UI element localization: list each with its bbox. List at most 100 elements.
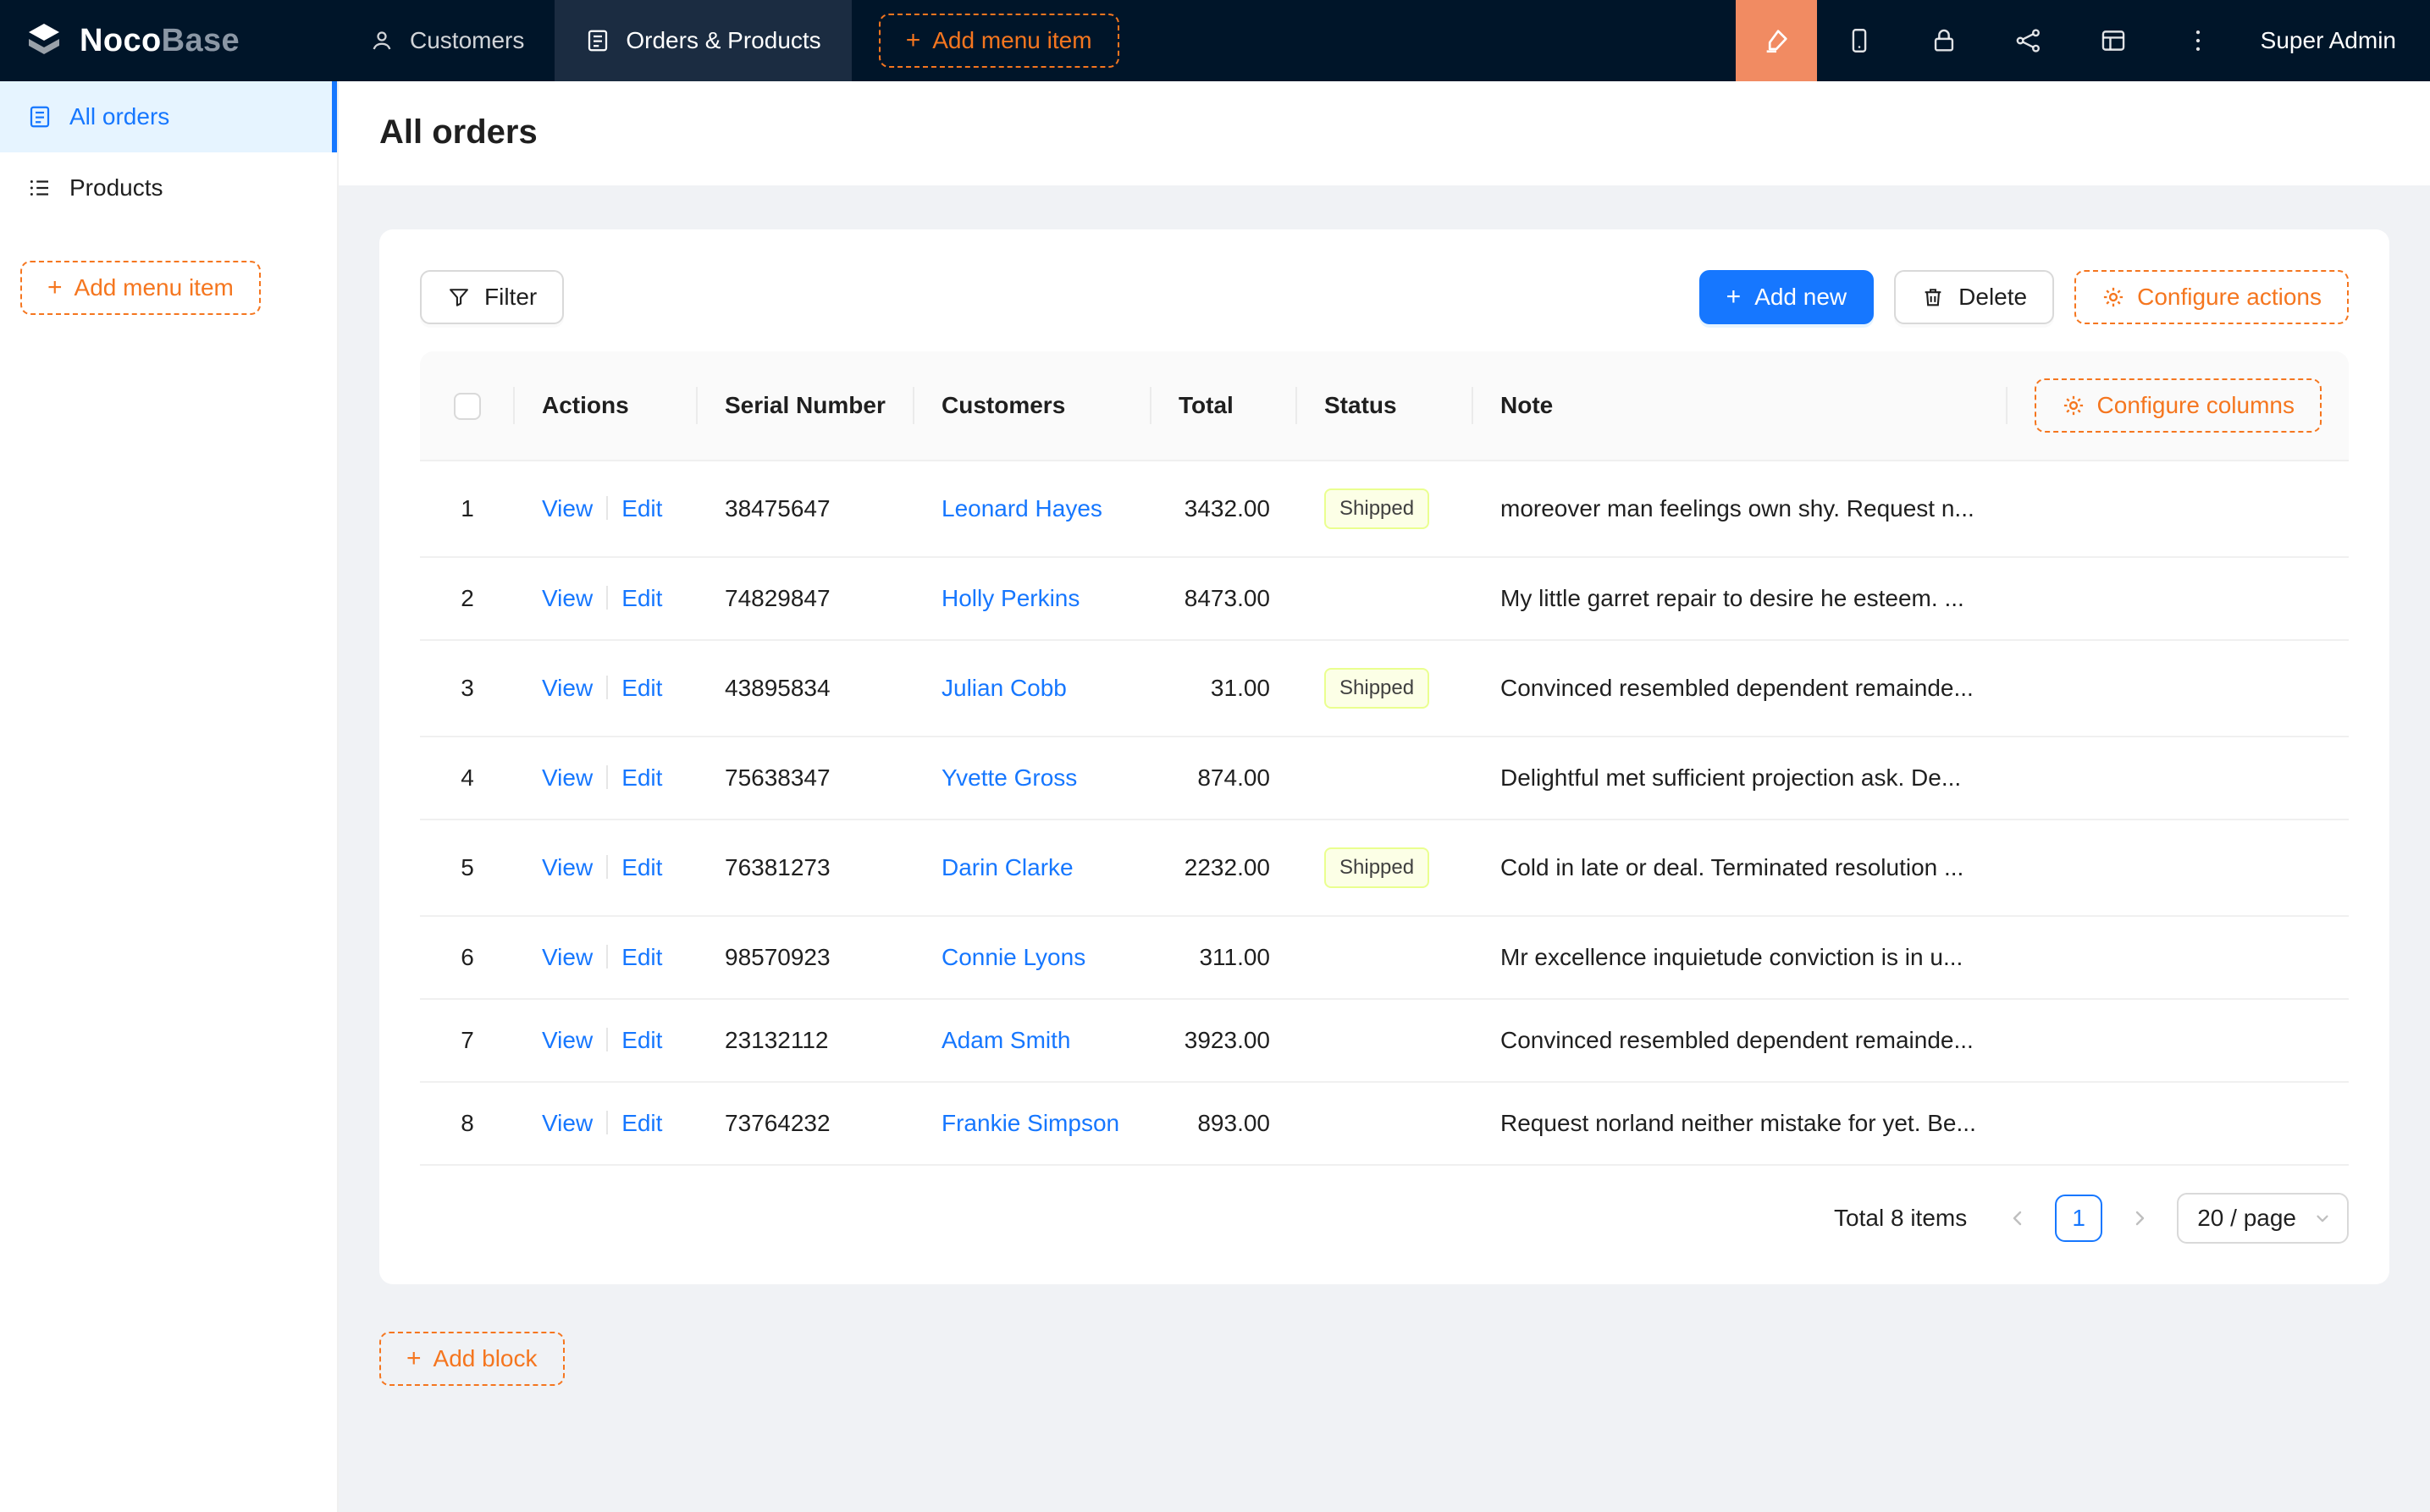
table-toolbar: Filter + Add new Delete <box>420 270 2349 324</box>
total-cell: 31.00 <box>1151 640 1297 737</box>
table-body: 1 ViewEdit 38475647 Leonard Hayes 3432.0… <box>420 461 2349 1165</box>
page-header: All orders <box>339 81 2430 185</box>
products-list-icon <box>27 175 52 201</box>
toolbar-actions: + Add new Delete <box>1699 270 2349 324</box>
total-cell: 874.00 <box>1151 737 1297 819</box>
topbar-right: Super Admin <box>1736 0 2430 81</box>
view-link[interactable]: View <box>542 1110 593 1136</box>
sidebar-item-all-orders[interactable]: All orders <box>0 81 337 152</box>
pagination: Total 8 items 1 20 / page <box>420 1193 2349 1244</box>
column-header-serial: Serial Number <box>698 351 914 461</box>
filter-button[interactable]: Filter <box>420 270 564 324</box>
top-nav-orders-products[interactable]: Orders & Products <box>555 0 851 81</box>
configure-actions-label: Configure actions <box>2137 284 2322 311</box>
page-size-value: 20 / page <box>2197 1205 2296 1232</box>
total-cell: 2232.00 <box>1151 819 1297 916</box>
action-divider <box>606 945 608 968</box>
gear-icon <box>2101 285 2125 309</box>
edit-link[interactable]: Edit <box>621 854 662 880</box>
note-cell: Mr excellence inquietude conviction is i… <box>1473 916 2349 999</box>
view-link[interactable]: View <box>542 944 593 970</box>
nocobase-logo[interactable]: NocoBase <box>0 20 339 61</box>
customer-link[interactable]: Holly Perkins <box>942 585 1080 611</box>
configure-columns-button[interactable]: Configure columns <box>2035 378 2322 433</box>
configure-actions-button[interactable]: Configure actions <box>2074 270 2349 324</box>
orders-icon <box>585 28 610 53</box>
sidebar-add-menu-item-button[interactable]: + Add menu item <box>20 261 261 315</box>
status-tag: Shipped <box>1324 668 1429 709</box>
view-link[interactable]: View <box>542 1027 593 1053</box>
edit-link[interactable]: Edit <box>621 585 662 611</box>
lock-icon[interactable] <box>1902 0 1986 81</box>
add-new-button[interactable]: + Add new <box>1699 270 1875 324</box>
edit-link[interactable]: Edit <box>621 495 662 521</box>
next-page-button[interactable] <box>2116 1195 2163 1242</box>
ui-editor-button[interactable] <box>1736 0 1817 81</box>
top-nav-customers[interactable]: Customers <box>339 0 555 81</box>
serial-number-cell: 98570923 <box>698 916 914 999</box>
customer-link[interactable]: Adam Smith <box>942 1027 1071 1053</box>
total-cell: 3432.00 <box>1151 461 1297 557</box>
top-nav: Customers Orders & Products <box>339 0 852 81</box>
top-nav-label: Orders & Products <box>626 27 820 54</box>
row-index: 4 <box>420 737 515 819</box>
status-tag: Shipped <box>1324 488 1429 529</box>
plugin-settings-icon[interactable] <box>2071 0 2156 81</box>
delete-label: Delete <box>1958 284 2027 311</box>
view-link[interactable]: View <box>542 495 593 521</box>
customer-link[interactable]: Frankie Simpson <box>942 1110 1119 1136</box>
trash-icon <box>1921 285 1945 309</box>
delete-button[interactable]: Delete <box>1894 270 2054 324</box>
sidebar-item-products[interactable]: Products <box>0 152 337 223</box>
action-divider <box>606 765 608 789</box>
user-menu[interactable]: Super Admin <box>2240 27 2430 54</box>
mobile-icon[interactable] <box>1817 0 1902 81</box>
page-title: All orders <box>379 113 2389 152</box>
edit-link[interactable]: Edit <box>621 675 662 701</box>
add-menu-item-label: Add menu item <box>932 27 1091 54</box>
filter-label: Filter <box>484 284 537 311</box>
row-index: 7 <box>420 999 515 1082</box>
sidebar-item-label: All orders <box>69 103 169 130</box>
table-header-row: Actions Serial Number Customers Total St… <box>420 351 2349 461</box>
note-cell: Convinced resembled dependent remainde..… <box>1473 999 2349 1082</box>
topbar-add-menu-item-button[interactable]: + Add menu item <box>879 14 1119 68</box>
filter-icon <box>447 285 471 309</box>
previous-page-button[interactable] <box>1994 1195 2041 1242</box>
add-menu-item-label: Add menu item <box>75 274 234 301</box>
add-block-button[interactable]: + Add block <box>379 1332 565 1386</box>
table-row: 2 ViewEdit 74829847 Holly Perkins 8473.0… <box>420 557 2349 640</box>
table-row: 5 ViewEdit 76381273 Darin Clarke 2232.00… <box>420 819 2349 916</box>
sidebar: All orders Products + Add menu item <box>0 81 339 1512</box>
app-body: All orders Products + Add menu item All … <box>0 81 2430 1512</box>
table-row: 8 ViewEdit 73764232 Frankie Simpson 893.… <box>420 1082 2349 1165</box>
view-link[interactable]: View <box>542 854 593 880</box>
total-cell: 8473.00 <box>1151 557 1297 640</box>
row-index: 1 <box>420 461 515 557</box>
column-header-note: Note <box>1500 392 1553 419</box>
customers-icon <box>369 28 395 53</box>
customer-link[interactable]: Darin Clarke <box>942 854 1074 880</box>
api-icon[interactable] <box>1986 0 2071 81</box>
more-icon[interactable] <box>2156 0 2240 81</box>
edit-link[interactable]: Edit <box>621 944 662 970</box>
edit-link[interactable]: Edit <box>621 1027 662 1053</box>
nocobase-logo-icon <box>24 20 64 61</box>
view-link[interactable]: View <box>542 675 593 701</box>
table-row: 7 ViewEdit 23132112 Adam Smith 3923.00 C… <box>420 999 2349 1082</box>
page-1-button[interactable]: 1 <box>2055 1195 2102 1242</box>
select-all-checkbox[interactable] <box>454 393 481 420</box>
view-link[interactable]: View <box>542 585 593 611</box>
plus-icon: + <box>1726 284 1742 310</box>
customer-link[interactable]: Julian Cobb <box>942 675 1067 701</box>
page-size-select[interactable]: 20 / page <box>2177 1193 2349 1244</box>
customer-link[interactable]: Leonard Hayes <box>942 495 1102 521</box>
orders-table-block: Filter + Add new Delete <box>379 229 2389 1284</box>
add-new-label: Add new <box>1754 284 1847 311</box>
customer-link[interactable]: Connie Lyons <box>942 944 1085 970</box>
edit-link[interactable]: Edit <box>621 764 662 791</box>
total-cell: 893.00 <box>1151 1082 1297 1165</box>
customer-link[interactable]: Yvette Gross <box>942 764 1077 791</box>
edit-link[interactable]: Edit <box>621 1110 662 1136</box>
view-link[interactable]: View <box>542 764 593 791</box>
